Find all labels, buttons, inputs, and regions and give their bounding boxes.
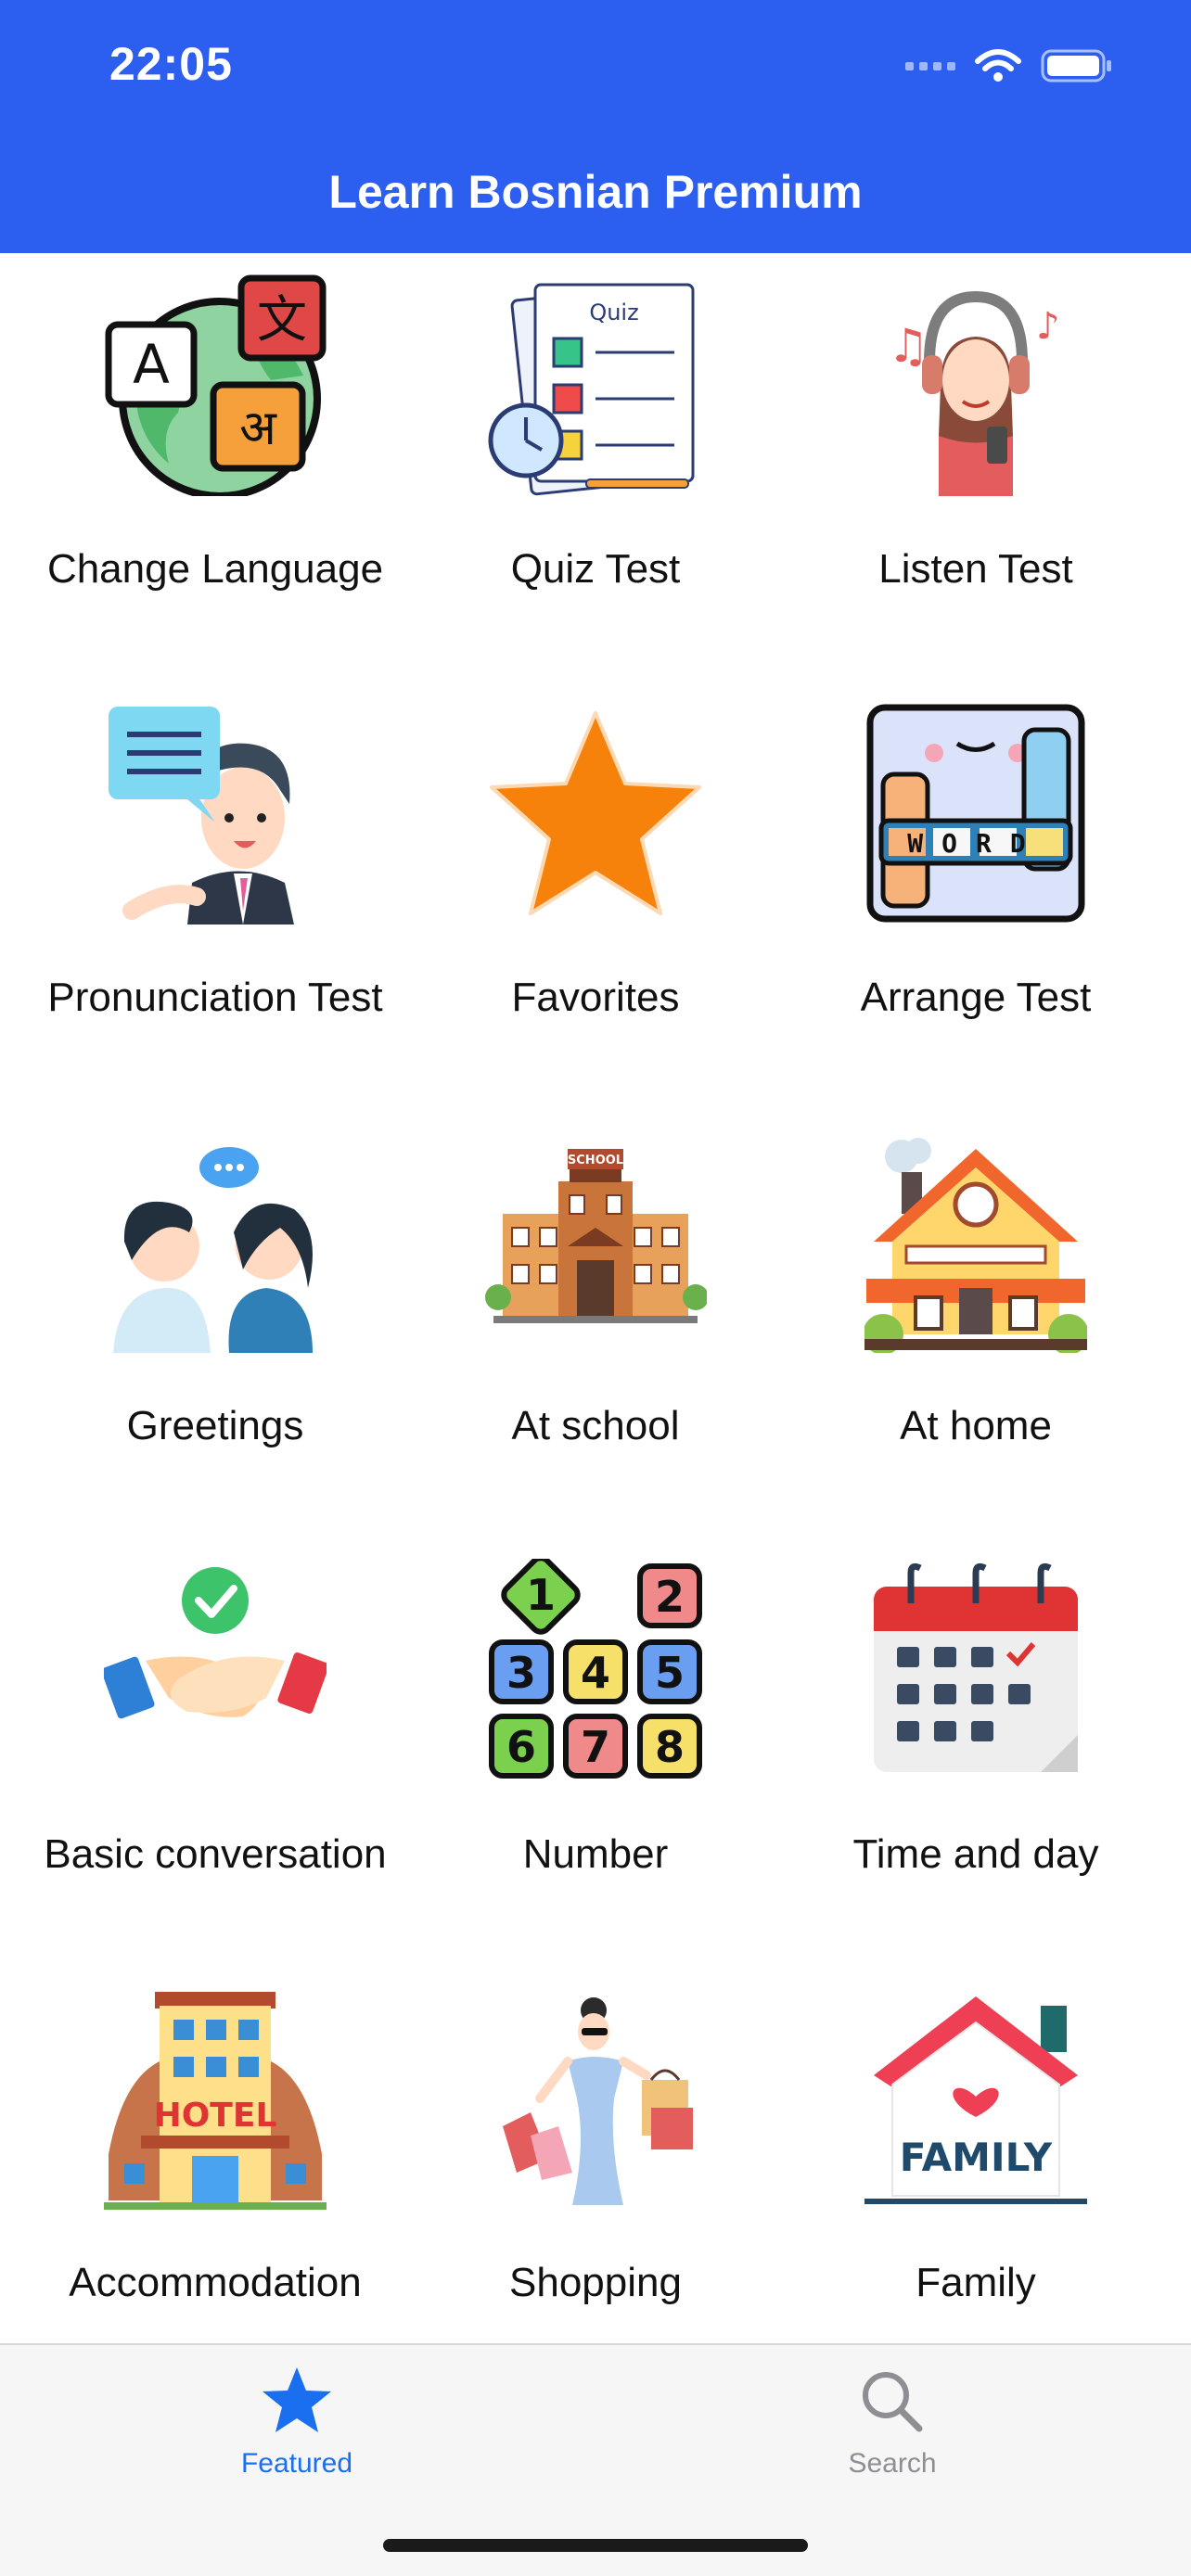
home-indicator[interactable] [383,2539,808,2552]
language-globe-icon: A 文 अ [105,274,327,496]
quiz-clipboard-icon: Quiz [488,283,695,496]
star-icon [263,2367,331,2432]
menu-item-label: At home [900,1403,1052,1448]
word-puzzle-icon: WORD [866,704,1085,923]
page-title: Learn Bosnian Premium [328,166,863,218]
shopping-woman-icon [503,1997,693,2205]
headphones-listener-icon: ♫ ♪ [888,290,1060,496]
menu-item-label: Basic conversation [44,1831,387,1877]
handshake-icon [104,1567,327,1719]
svg-text:4: 4 [581,1648,610,1698]
house-icon [864,1138,1087,1353]
status-icons [905,48,1113,83]
menu-item-change-language[interactable]: A 文 अ Change Language [17,253,414,680]
menu-item-shopping[interactable]: Shopping [397,1967,794,2343]
menu-item-label: Listen Test [878,546,1073,592]
menu-item-label: Accommodation [69,2260,362,2305]
status-time: 22:05 [109,38,233,90]
menu-item-label: Favorites [511,975,680,1020]
svg-text:WORD: WORD [907,828,1044,859]
menu-item-basic-conversation[interactable]: Basic conversation [17,1538,414,1965]
menu-item-label: Arrange Test [860,975,1092,1020]
menu-item-label: Quiz Test [510,546,681,592]
two-people-talking-icon [113,1147,313,1353]
menu-grid: A 文 अ Change Language Quiz Quiz Test ♫ ♪… [0,253,1191,2343]
svg-text:7: 7 [581,1722,610,1772]
svg-text:A: A [133,333,170,396]
svg-text:5: 5 [655,1648,685,1698]
menu-item-label: Number [522,1831,669,1877]
tab-featured[interactable]: Featured [158,2366,436,2480]
menu-item-label: At school [511,1403,680,1448]
hotel-icon: HOTEL [104,1992,327,2210]
svg-text:SCHOOL: SCHOOL [568,1154,623,1167]
star-icon [490,711,701,915]
menu-item-family[interactable]: FAMILY Family [777,1967,1174,2343]
tab-label: Featured [240,2448,353,2479]
svg-text:1: 1 [526,1570,556,1620]
svg-text:FAMILY: FAMILY [900,2135,1053,2180]
svg-text:♫: ♫ [888,319,929,373]
menu-item-quiz-test[interactable]: Quiz Quiz Test [397,253,794,680]
menu-item-arrange-test[interactable]: WORD Arrange Test [777,682,1174,1108]
menu-item-label: Time and day [852,1831,1099,1877]
family-house-icon: FAMILY [864,1996,1087,2204]
school-building-icon: SCHOOL [485,1149,707,1323]
wifi-icon [975,49,1021,82]
menu-item-number[interactable]: 12 345 678 Number [397,1538,794,1965]
svg-text:अ: अ [239,401,277,456]
svg-text:8: 8 [655,1722,685,1772]
svg-text:Quiz: Quiz [589,300,638,325]
menu-item-label: Greetings [126,1403,304,1448]
svg-text:HOTEL: HOTEL [154,2097,277,2135]
menu-item-at-home[interactable]: At home [777,1110,1174,1537]
search-icon [863,2372,923,2432]
menu-item-accommodation[interactable]: HOTEL Accommodation [17,1967,414,2343]
svg-text:♪: ♪ [1036,305,1060,348]
svg-text:文: 文 [257,290,307,349]
menu-item-favorites[interactable]: Favorites [397,682,794,1108]
menu-item-at-school[interactable]: SCHOOL At school [397,1110,794,1537]
speaking-man-icon [109,707,294,925]
calendar-icon [874,1562,1078,1772]
menu-item-pronunciation-test[interactable]: Pronunciation Test [17,682,414,1108]
svg-text:2: 2 [655,1572,685,1622]
svg-text:3: 3 [506,1648,536,1698]
cellular-signal-icon [905,61,955,70]
menu-item-listen-test[interactable]: ♫ ♪ Listen Test [777,253,1174,680]
battery-icon [1041,49,1111,83]
number-blocks-icon: 12 345 678 [489,1559,702,1779]
app-header: 22:05 Learn Bosnian Premium [0,0,1191,253]
menu-item-label: Change Language [46,546,384,592]
svg-text:6: 6 [506,1722,536,1772]
menu-item-greetings[interactable]: Greetings [17,1110,414,1537]
tab-search[interactable]: Search [753,2366,1031,2480]
menu-item-label: Pronunciation Test [47,975,383,1020]
menu-item-label: Family [916,2260,1036,2305]
menu-item-time-and-day[interactable]: Time and day [777,1538,1174,1965]
tab-label: Search [848,2448,937,2479]
menu-item-label: Shopping [509,2260,682,2305]
